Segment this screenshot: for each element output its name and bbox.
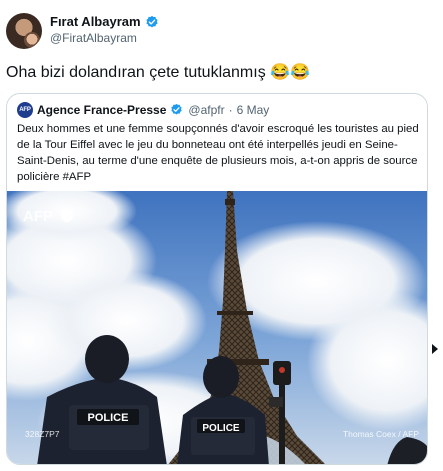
tweet: Fırat Albayram @FiratAlbayram Oha bizi d… xyxy=(0,0,443,471)
quoted-author-handle[interactable]: @afpfr xyxy=(188,103,224,117)
author-avatar[interactable] xyxy=(6,13,42,49)
police-label-right: POLICE xyxy=(202,423,240,434)
author-name-row[interactable]: Fırat Albayram xyxy=(50,14,159,29)
verified-badge-icon xyxy=(145,15,159,29)
header-separator: · xyxy=(228,103,233,117)
quoted-tweet-date[interactable]: 6 May xyxy=(237,103,270,117)
photo-id: 328Z7P7 xyxy=(25,429,60,439)
quoted-tweet[interactable]: AFP Agence France-Presse @afpfr · 6 May … xyxy=(6,93,428,465)
svg-text:AFP: AFP xyxy=(23,208,53,225)
quoted-tweet-text: Deux hommes et une femme soupçonnés d'av… xyxy=(17,123,419,183)
author-handle[interactable]: @FiratAlbayram xyxy=(50,31,137,45)
tweet-text: Oha bizi dolandıran çete tutuklanmış 😂😂 xyxy=(6,64,310,81)
quoted-tweet-photo[interactable]: POLICE POLICE AFP 328Z7P7 Thomas Coex / … xyxy=(7,191,427,464)
quoted-author-avatar[interactable]: AFP xyxy=(17,102,33,118)
scroll-arrow-icon[interactable] xyxy=(431,342,439,354)
quoted-verified-badge-icon xyxy=(170,103,184,117)
quoted-author-name[interactable]: Agence France-Presse xyxy=(37,103,166,117)
photo-credit: Thomas Coex / AFP xyxy=(343,429,419,439)
police-label-left: POLICE xyxy=(88,412,129,424)
quoted-tweet-header: AFP Agence France-Presse @afpfr · 6 May xyxy=(17,100,269,120)
author-name[interactable]: Fırat Albayram xyxy=(50,14,141,29)
